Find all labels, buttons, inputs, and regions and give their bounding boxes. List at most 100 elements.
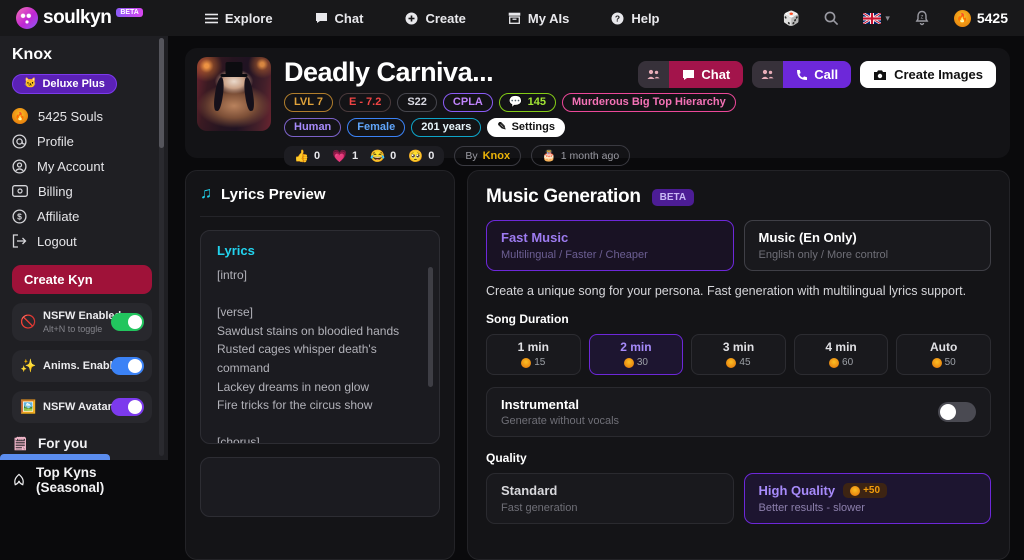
persona-avatar[interactable] <box>197 57 271 131</box>
dollar-icon: $ <box>12 208 27 224</box>
nav-my-ais[interactable]: My AIs <box>508 11 569 26</box>
reaction-laugh[interactable]: 😂 0 <box>370 149 396 163</box>
sidebar-scrollbar[interactable] <box>159 38 164 456</box>
music-beta-badge: BETA <box>651 188 695 206</box>
instrumental-sub: Generate without vocals <box>501 415 620 427</box>
nsfw-toggle-label: NSFW Enabled <box>43 309 122 322</box>
nav-create[interactable]: Create <box>405 11 466 26</box>
banknote-icon <box>12 185 28 197</box>
species-badge: Human <box>284 118 342 137</box>
tagline-badge: Murderous Big Top Hierarchy <box>561 93 736 112</box>
persona-header-card: Deadly Carniva... LVL 7 E - 7.2 S22 CPLA… <box>185 48 1010 166</box>
uk-flag-icon <box>863 12 882 24</box>
souls-balance[interactable]: 🔥 5425 <box>953 9 1008 27</box>
group-call-icon[interactable] <box>752 61 784 88</box>
nsfw-icon: 🚫 <box>20 313 37 329</box>
sidebar-item-my-account[interactable]: My Account <box>12 154 152 179</box>
logout-icon <box>12 234 27 248</box>
speech-icon: 💬 <box>508 96 523 108</box>
sidebar-item-logout[interactable]: Logout <box>12 229 152 254</box>
reaction-thumbsup[interactable]: 👍 0 <box>294 149 320 163</box>
plan-badge[interactable]: 🐱 Deluxe Plus <box>12 73 117 94</box>
lyrics-text: [intro] [verse] Sawdust stains on bloodi… <box>217 268 400 444</box>
nsfw-toggle[interactable] <box>111 312 144 331</box>
plus-circle-icon <box>405 12 418 24</box>
create-kyn-button[interactable]: Create Kyn <box>12 264 152 294</box>
duration-2min[interactable]: 2 min 30 <box>588 334 684 375</box>
notifications-bell-icon[interactable]: z <box>914 10 930 26</box>
create-images-button[interactable]: Create Images <box>860 61 996 88</box>
duration-1min[interactable]: 1 min 15 <box>486 334 581 375</box>
flame-coin-icon: 🔥 <box>12 108 28 124</box>
logo-beta-badge: BETA <box>116 8 143 17</box>
quality-standard[interactable]: Standard Fast generation <box>486 473 734 524</box>
app-name: soulkyn <box>43 7 112 28</box>
language-selector[interactable]: ▾ <box>863 12 890 24</box>
author-name: Knox <box>482 149 511 162</box>
sidebar-item-profile[interactable]: Profile <box>12 129 152 154</box>
search-icon[interactable] <box>824 11 839 26</box>
author-pill[interactable]: By Knox <box>454 145 522 166</box>
reaction-pleading[interactable]: 🥺 0 <box>408 149 434 163</box>
dice-icon[interactable]: 🎲 <box>783 10 800 27</box>
nav-help[interactable]: ? Help <box>611 11 660 26</box>
instrumental-toggle[interactable] <box>938 402 976 422</box>
lyrics-scrollbar[interactable] <box>428 267 433 387</box>
pencil-icon: ✎ <box>497 121 507 133</box>
music-note-icon: ♫ <box>200 185 212 202</box>
archive-box-icon <box>508 12 521 24</box>
gender-badge: Female <box>347 118 406 137</box>
music-panel-title: Music Generation <box>486 186 641 207</box>
lyrics-label: Lyrics <box>217 243 255 258</box>
nsfw-avatar-toggle[interactable] <box>111 397 144 416</box>
rating-badge: E - 7.2 <box>338 93 392 112</box>
sidebar-item-for-you[interactable]: 🗒 For you <box>12 436 152 452</box>
sidebar-item-affiliate[interactable]: $ Affiliate <box>12 204 152 229</box>
music-mode-selector: Fast Music Multilingual / Faster / Cheap… <box>486 220 991 271</box>
nav-chat[interactable]: Chat <box>315 11 363 26</box>
reaction-heart[interactable]: 💗 1 <box>332 149 358 163</box>
level-badge: LVL 7 <box>284 93 333 112</box>
help-icon: ? <box>611 12 624 24</box>
lyrics-preview-panel: ♫ Lyrics Preview Lyrics [intro] [verse] … <box>185 170 455 560</box>
main-nav: Explore Chat Create My AIs ? Help <box>204 11 660 26</box>
chat-bubble-icon <box>683 69 695 80</box>
quality-label: Quality <box>486 451 527 465</box>
cat-icon: 🐱 <box>24 78 37 89</box>
settings-button[interactable]: ✎ Settings <box>487 118 565 137</box>
sidebar-souls[interactable]: 🔥 5425 Souls <box>12 104 152 129</box>
cake-icon: 🎂 <box>542 150 556 162</box>
flame-cost-icon <box>829 357 840 368</box>
list-icon <box>204 13 218 23</box>
sidebar-item-top-kyns[interactable]: Top Kyns (Seasonal) <box>12 465 152 495</box>
song-duration-label: Song Duration <box>486 312 569 326</box>
mode-music-en-only[interactable]: Music (En Only) English only / More cont… <box>743 220 991 271</box>
nsfw-avatar-toggle-label: NSFW Avatar <box>43 400 112 413</box>
reactions: 👍 0 💗 1 😂 0 🥺 0 <box>284 145 445 166</box>
message-count-badge: 💬 145 <box>498 93 556 112</box>
music-generation-panel: Music Generation BETA Fast Music Multili… <box>467 170 1010 560</box>
app-logo[interactable]: soulkyn BETA <box>16 7 143 29</box>
leaf-icon <box>14 473 24 485</box>
anims-toggle[interactable] <box>111 356 144 375</box>
persona-actions: Chat Call Create Images <box>638 61 996 88</box>
call-button[interactable]: Call <box>752 61 852 88</box>
s22-badge: S22 <box>397 93 437 112</box>
svg-text:$: $ <box>17 211 22 221</box>
flame-cost-icon <box>931 357 942 368</box>
group-chat-icon[interactable] <box>638 61 670 88</box>
nav-explore[interactable]: Explore <box>204 11 273 26</box>
duration-options: 1 min 15 2 min 30 3 min 45 4 min 60 Auto <box>486 334 991 375</box>
phone-icon <box>797 69 808 80</box>
duration-auto[interactable]: Auto 50 <box>896 334 991 375</box>
duration-3min[interactable]: 3 min 45 <box>691 334 786 375</box>
flame-cost-icon <box>726 357 737 368</box>
sidebar: Knox 🐱 Deluxe Plus 🔥 5425 Souls Profile … <box>0 36 168 495</box>
user-icon <box>12 158 27 174</box>
mode-fast-music[interactable]: Fast Music Multilingual / Faster / Cheap… <box>486 220 734 271</box>
duration-4min[interactable]: 4 min 60 <box>793 334 889 375</box>
sidebar-item-billing[interactable]: Billing <box>12 179 152 204</box>
quality-high[interactable]: High Quality +50 Better results - slower <box>743 473 991 524</box>
lyrics-secondary-card <box>200 457 440 517</box>
chat-button[interactable]: Chat <box>638 61 744 88</box>
